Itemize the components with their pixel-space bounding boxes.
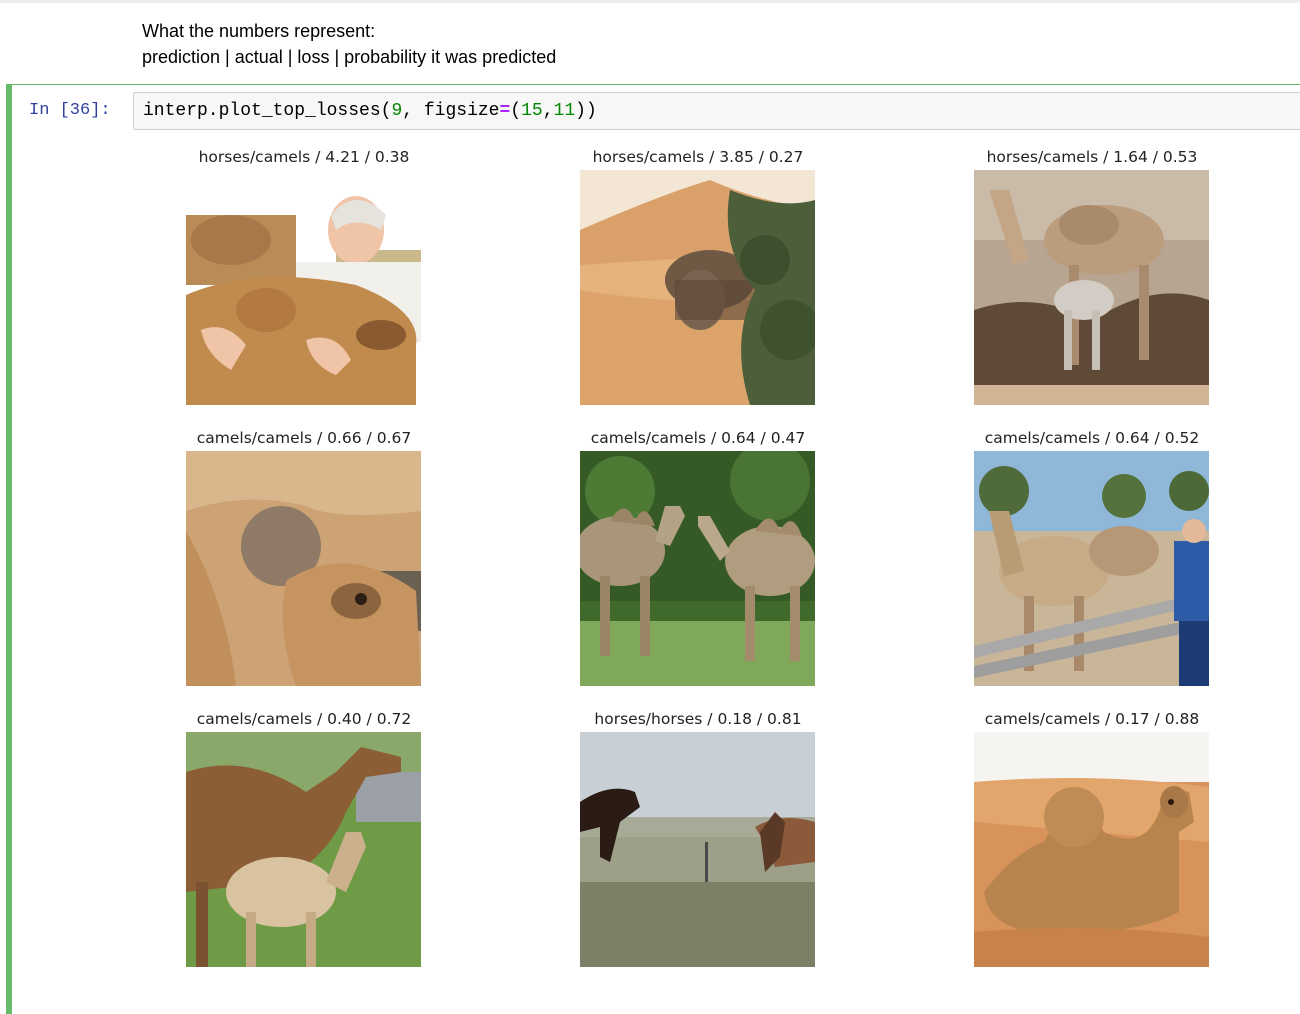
- camel-behind-tree-in-desert-photo: [580, 170, 815, 405]
- code-token: )): [575, 101, 597, 121]
- code-operator: =: [499, 101, 511, 121]
- man-hugging-camel-photo: [186, 170, 421, 405]
- panel-title: camels/camels / 0.64 / 0.47: [590, 429, 806, 447]
- two-bactrian-camels-photo: [580, 451, 815, 686]
- markdown-cell: What the numbers represent: prediction |…: [142, 18, 556, 70]
- panel-title: camels/camels / 0.40 / 0.72: [196, 710, 412, 728]
- input-prompt: In [36]:: [29, 101, 111, 120]
- top-divider: [0, 0, 1300, 3]
- panel-title: camels/camels / 0.66 / 0.67: [196, 429, 412, 447]
- code-token: ,: [542, 101, 554, 121]
- code-token: interp.plot_top_losses(: [143, 101, 392, 121]
- markdown-line-2: prediction | actual | loss | probability…: [142, 47, 557, 67]
- markdown-line-1: What the numbers represent:: [142, 21, 376, 41]
- man-with-camels-at-fence-photo: [974, 451, 1209, 686]
- panel-title: horses/horses / 0.18 / 0.81: [594, 710, 802, 728]
- panel-title: horses/camels / 3.85 / 0.27: [592, 148, 804, 166]
- camel-with-calf-photo: [974, 170, 1209, 405]
- code-number: 9: [391, 101, 403, 121]
- code-input[interactable]: interp.plot_top_losses(9, figsize=(15,11…: [133, 92, 1300, 130]
- panel-title: horses/camels / 1.64 / 0.53: [986, 148, 1198, 166]
- code-number: 15: [521, 101, 543, 121]
- panel-title: horses/camels / 4.21 / 0.38: [198, 148, 410, 166]
- camel-and-calf-on-grass-photo: [186, 732, 421, 967]
- code-token: (: [510, 101, 522, 121]
- running-horses-photo: [580, 732, 815, 967]
- panel-title: camels/camels / 0.17 / 0.88: [984, 710, 1200, 728]
- code-token: , figsize: [402, 101, 500, 121]
- panel-title: camels/camels / 0.64 / 0.52: [984, 429, 1200, 447]
- code-number: 11: [553, 101, 576, 121]
- calf-nursing-photo: [186, 451, 421, 686]
- camel-resting-on-sand-photo: [974, 732, 1209, 967]
